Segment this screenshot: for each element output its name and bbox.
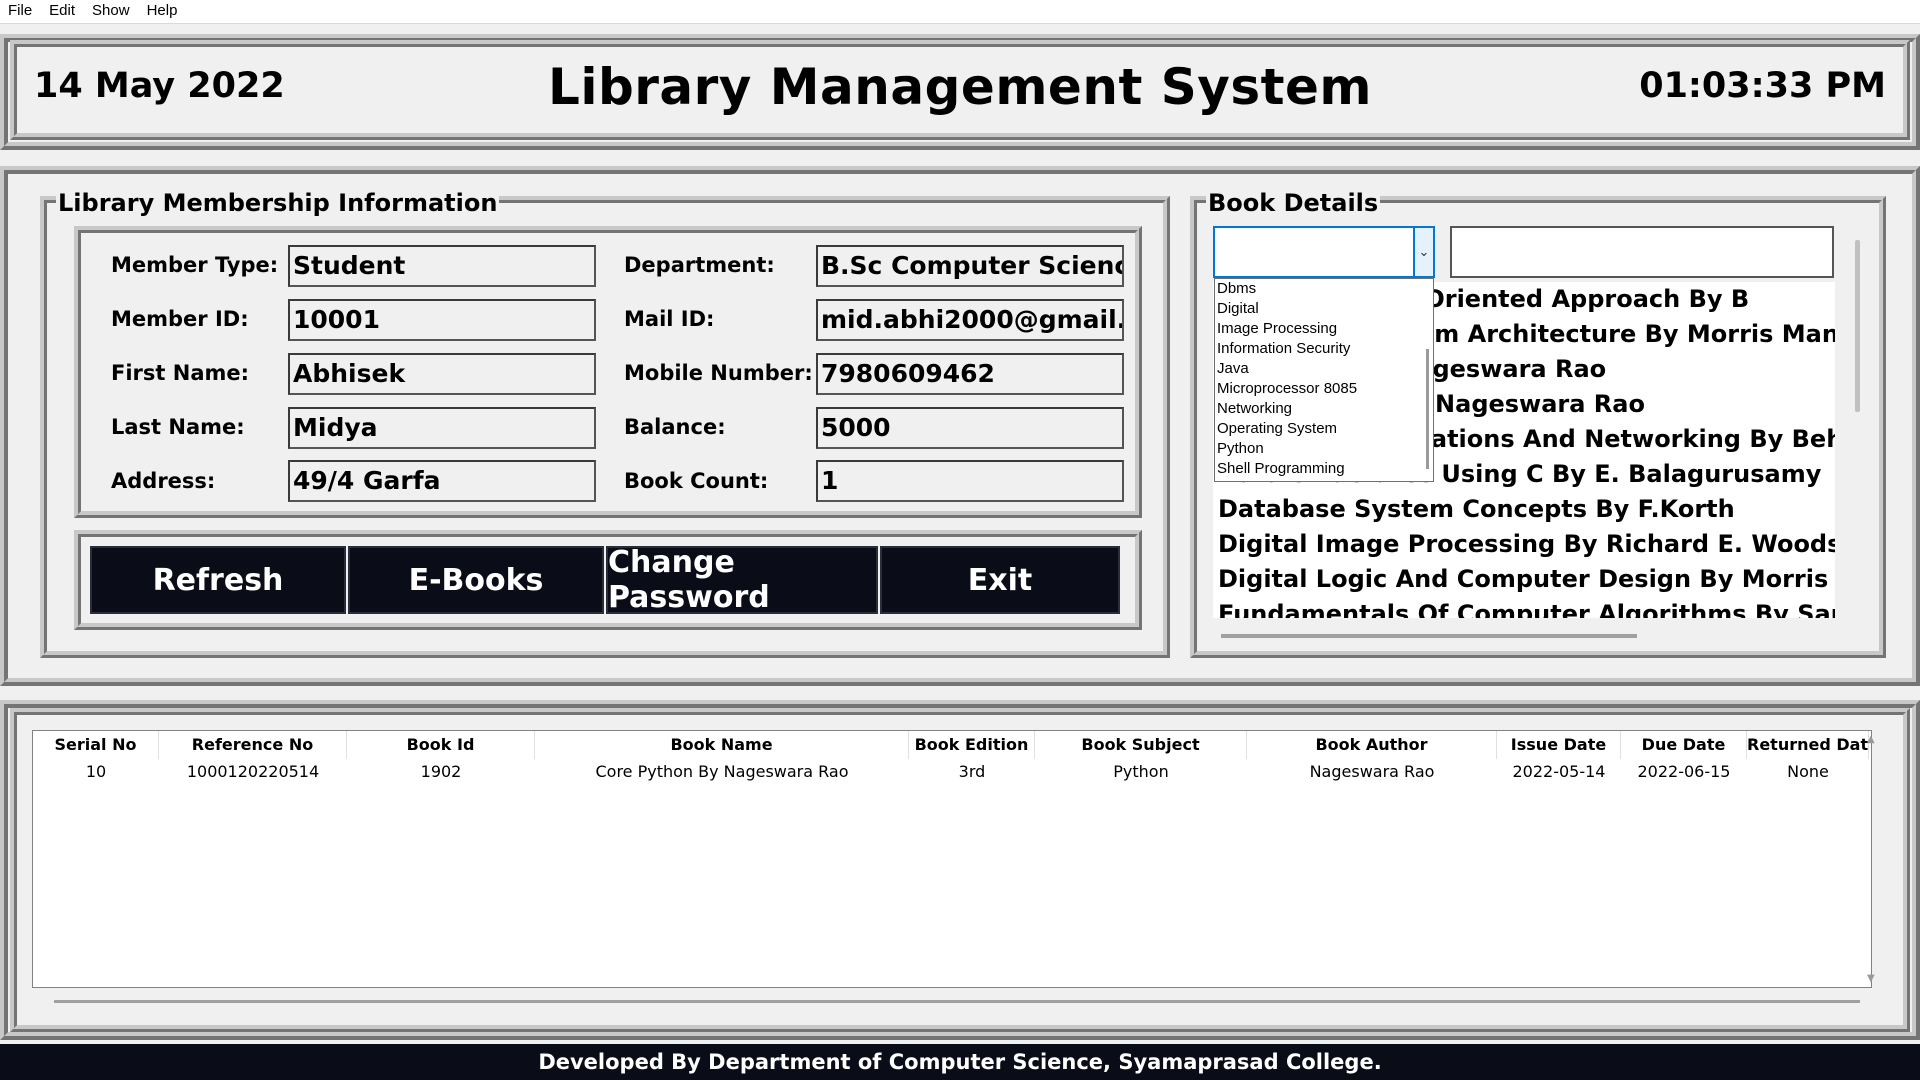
table-vertical-scrollbar[interactable]: ▲ ▼	[1864, 730, 1880, 988]
list-item[interactable]: Digital Image Processing By Richard E. W…	[1213, 527, 1835, 562]
subject-dropdown-list[interactable]: Dbms Digital Image Processing Informatio…	[1214, 278, 1434, 482]
dropdown-scrollbar[interactable]	[1426, 349, 1429, 469]
page-title: Library Management System	[547, 58, 1373, 116]
column-header-issue-date[interactable]: Issue Date	[1497, 731, 1621, 759]
table-cell: 1902	[420, 762, 462, 781]
address-label: Address:	[111, 469, 216, 493]
table-cell: 3rd	[958, 762, 986, 781]
book-list-horizontal-scrollbar[interactable]	[1221, 634, 1637, 638]
column-header-serial-no[interactable]: Serial No	[33, 731, 159, 759]
book-details-title: Book Details	[1206, 189, 1381, 217]
column-header-reference-no[interactable]: Reference No	[159, 731, 347, 759]
dropdown-option[interactable]: Networking	[1215, 399, 1433, 419]
scroll-up-icon[interactable]: ▲	[1867, 734, 1875, 745]
menu-file[interactable]: File	[0, 0, 41, 24]
last-name-field[interactable]: Midya	[288, 407, 596, 449]
table-horizontal-scrollbar[interactable]	[54, 1000, 1860, 1003]
chevron-down-icon[interactable]: ⌄	[1413, 228, 1433, 276]
member-id-label: Member ID:	[111, 307, 249, 331]
dropdown-option[interactable]: Shell Programming	[1215, 459, 1433, 479]
exit-button[interactable]: Exit	[880, 546, 1120, 614]
dropdown-option[interactable]: Image Processing	[1215, 319, 1433, 339]
table-cell: Core Python By Nageswara Rao	[595, 762, 849, 781]
table-cell: None	[1787, 762, 1829, 781]
mobile-number-label: Mobile Number:	[624, 361, 813, 385]
first-name-label: First Name:	[111, 361, 250, 385]
membership-title: Library Membership Information	[56, 189, 500, 217]
dropdown-option[interactable]: Information Security	[1215, 339, 1433, 359]
column-header-returned-date[interactable]: Returned Date	[1747, 731, 1869, 759]
column-header-book-edition[interactable]: Book Edition	[909, 731, 1035, 759]
department-label: Department:	[624, 253, 775, 277]
table-cell: 2022-06-15	[1637, 762, 1731, 781]
issued-books-table: Serial No Reference No Book Id Book Name…	[32, 730, 1872, 988]
member-id-field[interactable]: 10001	[288, 299, 596, 341]
menu-edit[interactable]: Edit	[41, 0, 84, 24]
mail-id-label: Mail ID:	[624, 307, 715, 331]
column-header-book-id[interactable]: Book Id	[347, 731, 535, 759]
table-cell: Python	[1113, 762, 1169, 781]
list-item[interactable]: Digital Logic And Computer Design By Mor…	[1213, 562, 1835, 597]
mobile-number-field[interactable]: 7980609462	[816, 353, 1124, 395]
ebooks-button[interactable]: E-Books	[348, 546, 604, 614]
list-item[interactable]: Fundamentals Of Computer Algorithms By S…	[1213, 597, 1835, 618]
dropdown-option[interactable]: Operating System	[1215, 419, 1433, 439]
dropdown-option[interactable]: Digital	[1215, 299, 1433, 319]
change-password-button[interactable]: Change Password	[606, 545, 878, 615]
footer: Developed By Department of Computer Scie…	[0, 1044, 1920, 1080]
last-name-label: Last Name:	[111, 415, 245, 439]
department-field[interactable]: B.Sc Computer Science	[816, 245, 1124, 287]
dropdown-option[interactable]: Python	[1215, 439, 1433, 459]
mail-id-field[interactable]: mid.abhi2000@gmail.com	[816, 299, 1124, 341]
menu-help[interactable]: Help	[139, 0, 187, 24]
menu-show[interactable]: Show	[84, 0, 139, 24]
dropdown-option[interactable]: Microprocessor 8085	[1215, 379, 1433, 399]
scroll-down-icon[interactable]: ▼	[1867, 973, 1875, 984]
book-list-vertical-scrollbar[interactable]	[1855, 240, 1860, 412]
table-cell: 10	[85, 762, 107, 781]
address-field[interactable]: 49/4 Garfa	[288, 460, 596, 502]
menu-bar: File Edit Show Help	[0, 0, 1920, 24]
table-row[interactable]: 10 1000120220514 1902 Core Python By Nag…	[33, 759, 1869, 785]
member-type-field[interactable]: Student	[288, 245, 596, 287]
list-item[interactable]: Database System Concepts By F.Korth	[1213, 492, 1835, 527]
balance-field[interactable]: 5000	[816, 407, 1124, 449]
dropdown-option[interactable]: Java	[1215, 359, 1433, 379]
balance-label: Balance:	[624, 415, 726, 439]
book-count-label: Book Count:	[624, 469, 769, 493]
column-header-due-date[interactable]: Due Date	[1621, 731, 1747, 759]
table-cell: Nageswara Rao	[1309, 762, 1435, 781]
column-header-book-name[interactable]: Book Name	[535, 731, 909, 759]
subject-select[interactable]: ⌄	[1213, 226, 1435, 278]
refresh-button[interactable]: Refresh	[90, 546, 346, 614]
table-cell: 2022-05-14	[1512, 762, 1606, 781]
header-time: 01:03:33 PM	[1639, 66, 1886, 106]
table-cell: 1000120220514	[186, 762, 320, 781]
book-count-field[interactable]: 1	[816, 460, 1124, 502]
first-name-field[interactable]: Abhisek	[288, 353, 596, 395]
column-header-book-subject[interactable]: Book Subject	[1035, 731, 1247, 759]
dropdown-option[interactable]: Dbms	[1215, 279, 1433, 299]
book-search-input[interactable]	[1450, 226, 1834, 278]
column-header-book-author[interactable]: Book Author	[1247, 731, 1497, 759]
member-type-label: Member Type:	[111, 253, 279, 277]
table-header: Serial No Reference No Book Id Book Name…	[33, 731, 1869, 759]
